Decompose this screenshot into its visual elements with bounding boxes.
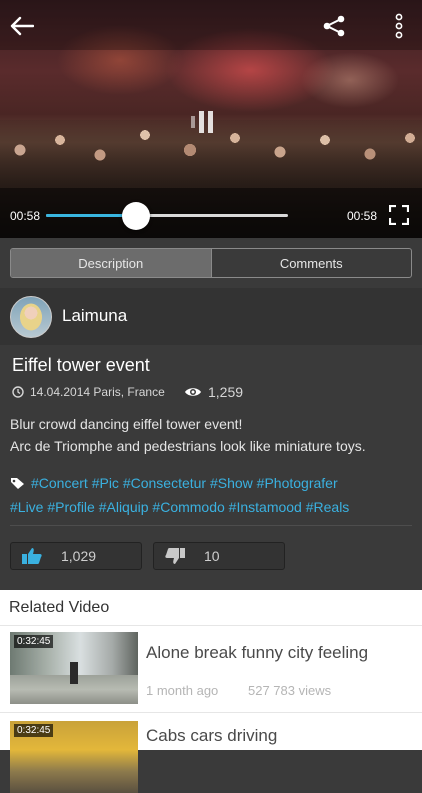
related-title[interactable]: Cabs cars driving xyxy=(146,726,277,746)
clock-icon xyxy=(12,386,24,398)
tags: #Concert #Pic #Consectetur #Show #Photog… xyxy=(10,472,410,518)
related-title[interactable]: Alone break funny city feeling xyxy=(146,643,368,663)
date-location-text: 14.04.2014 Paris, France xyxy=(30,385,165,399)
description-line: Arc de Triomphe and pedestrians look lik… xyxy=(10,438,366,454)
more-vertical-icon[interactable] xyxy=(390,12,408,40)
share-icon[interactable] xyxy=(321,13,347,39)
thumbs-up-icon xyxy=(21,547,43,565)
figure-silhouette xyxy=(70,662,78,684)
video-title: Eiffel tower event xyxy=(12,355,150,375)
list-item[interactable]: 0:32:45 Cabs cars driving xyxy=(0,713,422,793)
related-age: 1 month ago xyxy=(146,683,219,698)
tag-icon xyxy=(10,474,25,496)
author-name[interactable]: Laimuna xyxy=(62,306,127,326)
tags-line[interactable]: #Live #Profile #Aliquip #Commodo #Instam… xyxy=(10,496,410,518)
tab-description[interactable]: Description xyxy=(11,249,211,277)
player-top-bar xyxy=(0,0,422,50)
video-thumbnail[interactable]: 0:32:45 xyxy=(10,632,138,704)
duration-badge: 0:32:45 xyxy=(14,635,54,648)
likes-count: 1,029 xyxy=(61,548,97,564)
tabs-bar: Description Comments xyxy=(0,238,422,288)
player-controls: 00:58 00:58 xyxy=(0,188,422,238)
eye-icon xyxy=(184,386,202,398)
related-heading: Related Video xyxy=(9,599,110,616)
views-text: 1,259 xyxy=(208,384,244,400)
description-line: Blur crowd dancing eiffel tower event! xyxy=(10,416,243,432)
tab-comments[interactable]: Comments xyxy=(210,249,412,277)
tags-line[interactable]: #Concert #Pic #Consectetur #Show #Photog… xyxy=(31,475,338,491)
fullscreen-icon[interactable] xyxy=(388,204,410,226)
related-views: 527 783 views xyxy=(248,683,332,698)
seek-bar[interactable] xyxy=(46,214,288,217)
list-item[interactable]: 0:32:45 Alone break funny city feeling 1… xyxy=(0,626,422,713)
dislike-button[interactable]: 10 xyxy=(153,542,285,570)
video-details: Eiffel tower event 14.04.2014 Paris, Fra… xyxy=(0,345,422,590)
author-row[interactable]: Laimuna xyxy=(0,288,422,346)
dislikes-count: 10 xyxy=(204,548,220,564)
divider xyxy=(10,525,412,526)
video-player[interactable]: 00:58 00:58 xyxy=(0,0,422,238)
avatar[interactable] xyxy=(10,296,52,338)
views-count: 1,259 xyxy=(184,384,243,400)
like-button[interactable]: 1,029 xyxy=(10,542,142,570)
total-time: 00:58 xyxy=(347,209,378,223)
related-heading-bar: Related Video xyxy=(0,590,422,626)
video-thumbnail[interactable]: 0:32:45 xyxy=(10,721,138,793)
current-time: 00:58 xyxy=(10,209,41,223)
back-arrow-icon[interactable] xyxy=(8,14,36,38)
seek-thumb[interactable] xyxy=(121,202,150,230)
pause-icon[interactable] xyxy=(188,108,224,138)
duration-badge: 0:32:45 xyxy=(14,724,54,737)
video-description: Blur crowd dancing eiffel tower event! A… xyxy=(10,413,410,457)
date-location: 14.04.2014 Paris, France xyxy=(12,385,165,399)
thumbs-down-icon xyxy=(164,547,186,565)
